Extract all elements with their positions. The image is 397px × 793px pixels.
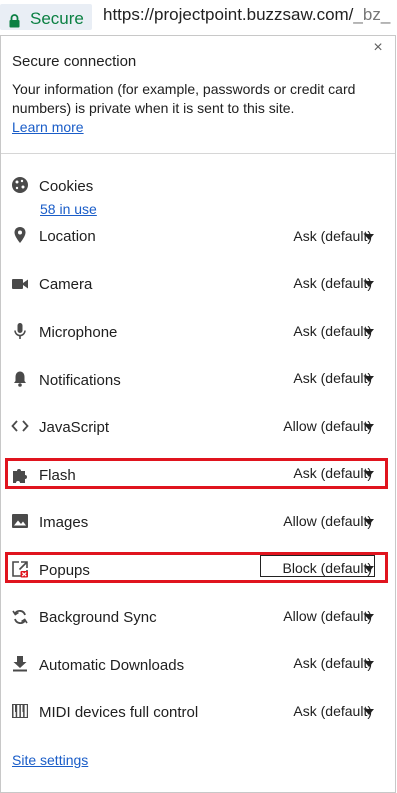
perm-label-location: Location xyxy=(39,228,96,245)
perm-label-notifications: Notifications xyxy=(39,372,121,389)
perm-label-cookies: Cookies xyxy=(39,178,94,195)
perm-select-midi[interactable]: Ask (default) xyxy=(293,703,372,719)
perm-label-javascript: JavaScript xyxy=(39,419,110,436)
connection-title: Secure connection xyxy=(12,53,137,70)
secure-chip[interactable]: Secure xyxy=(0,4,92,30)
perm-select-location[interactable]: Ask (default) xyxy=(293,228,372,244)
chevron-down-icon[interactable] xyxy=(364,234,374,240)
sync-icon xyxy=(12,610,28,624)
chevron-down-icon[interactable] xyxy=(364,566,374,572)
close-button[interactable]: × xyxy=(370,40,386,56)
chevron-down-icon[interactable] xyxy=(364,519,374,525)
microphone-icon xyxy=(14,323,26,339)
url-dim: _bz_ xyxy=(353,5,391,24)
chevron-down-icon[interactable] xyxy=(364,281,374,287)
perm-label-images: Images xyxy=(39,514,89,531)
perm-label-automatic-downloads: Automatic Downloads xyxy=(39,657,185,674)
chevron-down-icon[interactable] xyxy=(364,709,374,715)
secure-label: Secure xyxy=(30,9,84,28)
perm-select-javascript[interactable]: Allow (default) xyxy=(283,418,372,434)
site-info-popup: × Secure connection Your information (fo… xyxy=(0,35,396,793)
chevron-down-icon[interactable] xyxy=(364,614,374,620)
perm-select-camera[interactable]: Ask (default) xyxy=(293,275,372,291)
download-icon xyxy=(13,656,27,672)
perm-label-microphone: Microphone xyxy=(39,324,118,341)
perm-label-popups: Popups xyxy=(39,562,90,579)
perm-select-images[interactable]: Allow (default) xyxy=(283,513,372,529)
bell-icon xyxy=(14,371,26,387)
perm-label-midi: MIDI devices full control xyxy=(39,704,199,721)
perm-label-flash: Flash xyxy=(39,467,76,484)
code-icon xyxy=(11,420,29,432)
perm-select-background-sync[interactable]: Allow (default) xyxy=(283,608,372,624)
location-pin-icon xyxy=(14,227,26,243)
image-icon xyxy=(12,514,28,528)
perm-select-popups[interactable]: Block (default) xyxy=(283,560,372,576)
cookie-icon xyxy=(12,177,28,193)
chevron-down-icon[interactable] xyxy=(364,424,374,430)
learn-more-link[interactable]: Learn more xyxy=(12,119,84,135)
chevron-down-icon[interactable] xyxy=(364,661,374,667)
cookies-in-use-link[interactable]: 58 in use xyxy=(40,201,97,217)
perm-select-notifications[interactable]: Ask (default) xyxy=(293,370,372,386)
site-settings-link[interactable]: Site settings xyxy=(12,752,88,768)
piano-keys-icon xyxy=(12,704,28,718)
puzzle-icon xyxy=(13,469,27,483)
perm-label-background-sync: Background Sync xyxy=(39,609,157,626)
perm-select-microphone[interactable]: Ask (default) xyxy=(293,323,372,339)
url-main: https://projectpoint.buzzsaw.com/ xyxy=(103,5,354,24)
chevron-down-icon[interactable] xyxy=(364,376,374,382)
address-bar[interactable]: Secure https://projectpoint.buzzsaw.com/… xyxy=(0,0,397,36)
lock-icon xyxy=(9,14,20,28)
url-text[interactable]: https://projectpoint.buzzsaw.com/_bz_ xyxy=(103,5,397,25)
popup-blocked-icon xyxy=(12,561,28,578)
chevron-down-icon[interactable] xyxy=(364,471,374,477)
connection-description: Your information (for example, passwords… xyxy=(12,81,356,116)
chevron-down-icon[interactable] xyxy=(364,329,374,335)
perm-label-camera: Camera xyxy=(39,276,93,293)
perm-select-automatic-downloads[interactable]: Ask (default) xyxy=(293,655,372,671)
camera-icon xyxy=(12,279,28,289)
divider xyxy=(1,153,395,154)
perm-select-flash[interactable]: Ask (default) xyxy=(293,465,372,481)
